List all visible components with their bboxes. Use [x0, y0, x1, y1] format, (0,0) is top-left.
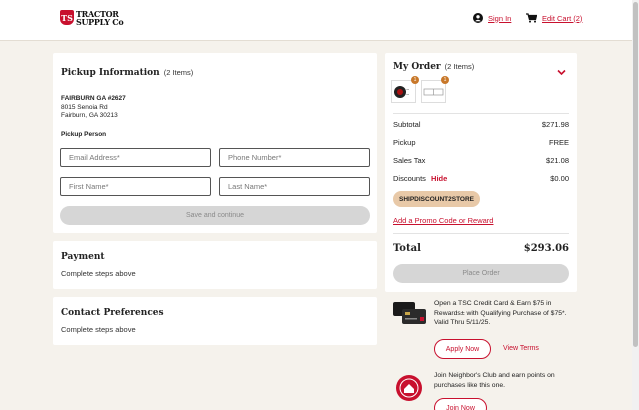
order-header: My Order (2 Items): [393, 62, 474, 72]
edit-cart-link[interactable]: Edit Cart (2): [526, 13, 582, 23]
pickup-information-card: Pickup Information (2 Items) FAIRBURN GA…: [53, 53, 377, 233]
scrollbar-thumb[interactable]: [633, 2, 638, 347]
save-and-continue-button[interactable]: Save and continue: [60, 206, 370, 225]
first-name-placeholder: First Name*: [69, 182, 109, 191]
place-order-button[interactable]: Place Order: [393, 264, 569, 283]
pickup-label: Pickup: [393, 138, 416, 147]
thumb2-qty-badge: 1: [441, 76, 449, 84]
email-placeholder: Email Address*: [69, 153, 120, 162]
sign-in-label[interactable]: Sign In: [488, 14, 511, 23]
logo-wordmark: TRACTOR SUPPLY Co: [76, 10, 124, 27]
store-address-line2: Fairburn, GA 30213: [61, 112, 118, 119]
user-account-icon: [473, 13, 483, 23]
join-now-button[interactable]: Join Now: [434, 398, 487, 410]
sign-in-link[interactable]: Sign In: [473, 13, 511, 23]
pickup-person-label: Pickup Person: [61, 131, 107, 138]
first-name-field[interactable]: First Name*: [60, 177, 211, 196]
order-divider-top: [393, 113, 569, 114]
pickup-header: Pickup Information (2 Items): [61, 68, 193, 78]
logo-text-bottom: SUPPLY Co: [76, 16, 124, 27]
order-summary-card: My Order (2 Items) ~ ~ 1 1 Subtotal $271.…: [385, 53, 577, 292]
total-label: Total: [393, 243, 421, 254]
phone-field[interactable]: Phone Number*: [219, 148, 370, 167]
add-promo-code-link[interactable]: Add a Promo Code or Reward: [393, 216, 493, 225]
chevron-down-icon[interactable]: [557, 63, 566, 81]
total-row: Total $293.06: [393, 243, 569, 254]
neighbors-club-text: Join Neighbor's Club and earn points on …: [434, 372, 555, 389]
discounts-label: Discounts: [393, 174, 426, 183]
order-item-count: (2 Items): [444, 62, 475, 71]
contact-subtitle: Complete steps above: [61, 325, 136, 334]
store-name: FAIRBURN GA #2627: [61, 95, 126, 102]
payment-card: Payment Complete steps above: [53, 241, 377, 289]
payment-title: Payment: [61, 252, 105, 262]
thumb1-qty-badge: 1: [411, 76, 419, 84]
pickup-row: Pickup FREE: [393, 138, 569, 147]
subtotal-value: $271.98: [541, 120, 569, 129]
cart-icon: [526, 13, 537, 23]
sales-tax-label: Sales Tax: [393, 156, 426, 165]
contact-title: Contact Preferences: [61, 308, 164, 318]
site-header: TS TRACTOR SUPPLY Co Sign In Edit Cart (…: [0, 0, 632, 41]
phone-placeholder: Phone Number*: [228, 153, 282, 162]
svg-text:~: ~: [406, 92, 409, 97]
tractor-supply-logo[interactable]: TS TRACTOR SUPPLY Co: [60, 9, 124, 27]
discounts-value: $0.00: [550, 174, 569, 183]
last-name-placeholder: Last Name*: [228, 182, 268, 191]
view-terms-link[interactable]: View Terms: [503, 345, 539, 352]
pickup-value: FREE: [548, 138, 569, 147]
order-divider-bottom: [393, 233, 569, 234]
promo-code-chip[interactable]: SHIPDISCOUNT2STORE: [393, 191, 481, 207]
pickup-item-count: (2 Items): [163, 68, 194, 77]
subtotal-label: Subtotal: [393, 120, 421, 129]
sales-tax-value: $21.08: [546, 156, 569, 165]
neighbors-club-badge-icon: [395, 374, 423, 402]
total-value: $293.06: [523, 243, 569, 254]
credit-card-image: [393, 302, 427, 324]
pickup-title: Pickup Information: [61, 68, 160, 78]
discounts-hide-toggle[interactable]: Hide: [431, 174, 447, 183]
apply-now-button[interactable]: Apply Now: [434, 339, 491, 359]
subtotal-row: Subtotal $271.98: [393, 120, 569, 129]
last-name-field[interactable]: Last Name*: [219, 177, 370, 196]
credit-card-offer-text: Open a TSC Credit Card & Earn $75 in Rew…: [434, 300, 567, 326]
payment-subtitle: Complete steps above: [61, 269, 136, 278]
email-field[interactable]: Email Address*: [60, 148, 211, 167]
order-title: My Order: [393, 62, 441, 72]
logo-mark: TS: [60, 10, 74, 25]
discounts-row: Discounts Hide $0.00: [393, 174, 569, 183]
contact-preferences-card: Contact Preferences Complete steps above: [53, 297, 377, 345]
sales-tax-row: Sales Tax $21.08: [393, 156, 569, 165]
edit-cart-label[interactable]: Edit Cart (2): [542, 14, 582, 23]
page-scrollbar[interactable]: [632, 0, 639, 410]
